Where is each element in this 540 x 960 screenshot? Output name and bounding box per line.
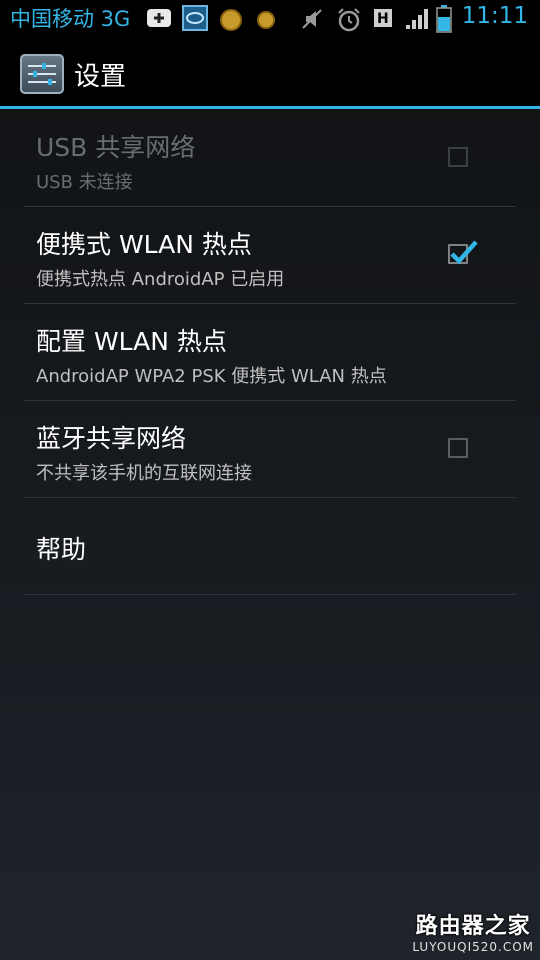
carrier-label: 中国移动 3G <box>10 7 131 31</box>
list-item-summary: 便携式热点 AndroidAP 已启用 <box>36 269 285 290</box>
page-title: 设置 <box>74 62 127 92</box>
watermark-url: LUYOUQI520.COM <box>412 940 534 954</box>
watermark-text: 路由器之家 <box>415 914 531 939</box>
list-item-summary: AndroidAP WPA2 PSK 便携式 WLAN 热点 <box>36 366 387 387</box>
coin-icon <box>219 8 243 36</box>
battery-icon <box>436 5 452 37</box>
action-bar: 设置 <box>0 38 540 109</box>
action-bar-divider <box>0 106 540 109</box>
list-item-help[interactable]: 帮助 <box>24 498 516 595</box>
add-icon <box>146 7 172 33</box>
list-item-title: 便携式 WLAN 热点 <box>36 230 252 259</box>
list-item-title: USB 共享网络 <box>36 133 196 162</box>
coin-icon <box>256 10 276 34</box>
status-bar: 中国移动 3G H 11:11 <box>0 0 540 38</box>
preference-list: USB 共享网络 USB 未连接 便携式 WLAN 热点 便携式热点 Andro… <box>24 110 516 595</box>
list-item-summary: USB 未连接 <box>36 172 133 193</box>
list-item-configure-hotspot[interactable]: 配置 WLAN 热点 AndroidAP WPA2 PSK 便携式 WLAN 热… <box>24 304 516 401</box>
signal-icon <box>404 7 430 35</box>
svg-text:H: H <box>377 11 389 27</box>
list-item-title: 帮助 <box>36 535 87 564</box>
alarm-icon <box>336 7 362 37</box>
checkmark-icon <box>450 240 478 265</box>
notification-app-icon <box>182 5 208 35</box>
bluetooth-tethering-checkbox[interactable] <box>448 438 468 458</box>
list-item-portable-hotspot[interactable]: 便携式 WLAN 热点 便携式热点 AndroidAP 已启用 <box>24 207 516 304</box>
clock: 11:11 <box>461 3 528 29</box>
portable-hotspot-checkbox[interactable] <box>448 240 478 265</box>
list-item-usb-tethering: USB 共享网络 USB 未连接 <box>24 110 516 207</box>
watermark: 路由器之家 LUYOUQI520.COM <box>412 908 534 954</box>
settings-sliders-icon[interactable] <box>20 54 64 94</box>
list-item-title: 配置 WLAN 热点 <box>36 327 227 356</box>
list-item-bluetooth-tethering[interactable]: 蓝牙共享网络 不共享该手机的互联网连接 <box>24 401 516 498</box>
mute-icon <box>300 7 324 35</box>
list-item-title: 蓝牙共享网络 <box>36 424 187 453</box>
list-item-summary: 不共享该手机的互联网连接 <box>36 463 252 484</box>
h-network-icon: H <box>372 7 396 35</box>
usb-tethering-checkbox <box>448 147 468 167</box>
